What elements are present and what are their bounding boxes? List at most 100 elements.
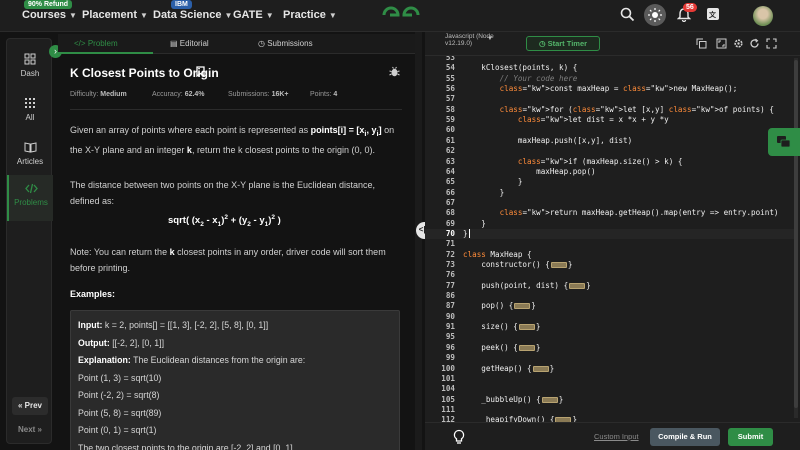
line-number: 65 xyxy=(445,177,455,187)
nav-placement[interactable]: Placement ▼ xyxy=(82,9,148,21)
tab-submissions[interactable]: ◷ Submissions xyxy=(258,39,313,48)
code-line[interactable]: 70} xyxy=(425,228,795,239)
code-text: class MaxHeap { xyxy=(463,249,532,259)
code-line[interactable]: 65 } xyxy=(425,177,795,187)
code-line[interactable]: 69 } xyxy=(425,219,795,229)
code-editor[interactable]: 53 54 kClosest(points, k) {55 // Your cod… xyxy=(425,56,800,422)
reset-icon[interactable] xyxy=(749,38,760,49)
code-line[interactable]: 90 xyxy=(425,312,795,322)
start-timer-button[interactable]: ◷ Start Timer xyxy=(526,36,600,51)
code-line[interactable]: 68 class="kw">return maxHeap.getHeap().m… xyxy=(425,208,795,218)
description-text: Given an array of points where each poin… xyxy=(70,125,311,135)
nav-gate[interactable]: GATE ▼ xyxy=(233,9,274,21)
search-icon[interactable] xyxy=(620,7,635,22)
bookmark-icon[interactable] xyxy=(196,66,205,77)
folded-code-icon[interactable] xyxy=(569,282,586,289)
sidebar-item-dash[interactable]: Dash xyxy=(7,53,53,78)
code-line[interactable]: 54 kClosest(points, k) { xyxy=(425,63,795,73)
panel-splitter[interactable] xyxy=(415,32,422,450)
code-line[interactable]: 71 xyxy=(425,239,795,249)
compile-run-button[interactable]: Compile & Run xyxy=(650,428,720,446)
code-line[interactable]: 100 getHeap() {} xyxy=(425,364,795,374)
nav-courses[interactable]: 90% Refund Courses ▼ xyxy=(22,0,77,21)
code-text: class="kw">let dist = x *x + y *y xyxy=(517,115,669,125)
nav-data-science[interactable]: IBM Data Science ▼ xyxy=(153,0,232,21)
code-text: constructor() {} xyxy=(463,260,573,269)
code-line[interactable]: 104 xyxy=(425,384,795,394)
tab-problem[interactable]: </> Problem xyxy=(74,39,118,48)
code-line[interactable]: 91 size() {} xyxy=(425,322,795,332)
code-line[interactable]: 61 maxHeap.push([x,y], dist) xyxy=(425,136,795,146)
code-line[interactable]: 66 } xyxy=(425,188,795,198)
code-line[interactable]: 101 xyxy=(425,374,795,384)
line-number: 69 xyxy=(445,218,455,228)
explanation-value: The Euclidean distances from the origin … xyxy=(130,355,306,365)
example-box: Input: k = 2, points[] = [[1, 3], [-2, 2… xyxy=(70,310,400,450)
code-line[interactable]: 56 class="kw">const maxHeap = class="kw"… xyxy=(425,84,795,94)
code-line[interactable]: 76 xyxy=(425,270,795,280)
code-line[interactable]: 111 xyxy=(425,405,795,415)
chat-widget[interactable] xyxy=(768,128,800,156)
line-number: 99 xyxy=(445,353,455,363)
code-text: _heapifyDown() {} xyxy=(463,415,578,422)
fullscreen-icon[interactable] xyxy=(716,38,727,49)
bug-icon[interactable] xyxy=(389,66,400,77)
line-number: 67 xyxy=(445,197,455,207)
code-line[interactable]: 112 _heapifyDown() {} xyxy=(425,415,795,422)
code-line[interactable]: 87 pop() {} xyxy=(425,301,795,311)
settings-icon[interactable] xyxy=(733,38,744,49)
sidebar-item-problems[interactable]: Problems xyxy=(7,175,53,221)
code-line[interactable]: 73 constructor() {} xyxy=(425,260,795,270)
line-number: 63 xyxy=(445,156,455,166)
points-notation-text: , y xyxy=(366,125,377,135)
copy-icon[interactable] xyxy=(696,38,707,49)
prev-button[interactable]: « Prev xyxy=(12,397,48,415)
code-line[interactable]: 57 xyxy=(425,94,795,104)
avatar[interactable] xyxy=(753,6,773,26)
code-line[interactable]: 58 class="kw">for (class="kw">let [x,y] … xyxy=(425,105,795,115)
code-line[interactable]: 86 xyxy=(425,291,795,301)
gfg-logo-icon[interactable] xyxy=(380,4,422,26)
folded-code-icon[interactable] xyxy=(514,303,531,310)
code-line[interactable]: 105 _bubbleUp() {} xyxy=(425,395,795,405)
code-line[interactable]: 62 xyxy=(425,146,795,156)
folded-code-icon[interactable] xyxy=(541,396,558,403)
theme-toggle[interactable] xyxy=(644,4,666,26)
distance-description: The distance between two points on the X… xyxy=(70,180,376,206)
line-number: 96 xyxy=(445,342,455,352)
code-line[interactable]: 77 push(point, dist) {} xyxy=(425,281,795,291)
code-line[interactable]: 99 xyxy=(425,353,795,363)
folded-code-icon[interactable] xyxy=(532,365,549,372)
expand-icon[interactable] xyxy=(766,38,777,49)
custom-input-link[interactable]: Custom Input xyxy=(594,432,639,441)
line-number: 105 xyxy=(441,394,455,404)
folded-code-icon[interactable] xyxy=(518,324,535,331)
translate-icon[interactable]: 文 xyxy=(706,7,720,21)
folded-code-icon[interactable] xyxy=(518,344,535,351)
code-line[interactable]: 53 xyxy=(425,56,795,63)
refund-badge: 90% Refund xyxy=(24,0,73,9)
code-line[interactable]: 72 class MaxHeap { xyxy=(425,250,795,260)
next-button[interactable]: Next » xyxy=(12,421,48,439)
code-line[interactable]: 59 class="kw">let dist = x *x + y *y xyxy=(425,115,795,125)
editor-scrollbar-thumb[interactable] xyxy=(794,60,798,408)
folded-code-icon[interactable] xyxy=(550,262,567,268)
code-line[interactable]: 60 xyxy=(425,125,795,135)
sidebar-item-label: Articles xyxy=(16,157,44,166)
timer-icon: ◷ xyxy=(538,39,546,48)
code-line[interactable]: 63 class="kw">if (maxHeap.size() > k) { xyxy=(425,157,795,167)
lightbulb-icon[interactable] xyxy=(452,429,466,445)
code-line[interactable]: 64 maxHeap.pop() xyxy=(425,167,795,177)
difficulty-label: Difficulty: xyxy=(70,91,99,98)
sidebar-item-articles[interactable]: Articles xyxy=(7,141,53,166)
code-line[interactable]: 67 xyxy=(425,198,795,208)
nav-practice[interactable]: Practice ▼ xyxy=(283,9,337,21)
submit-button[interactable]: Submit xyxy=(728,428,773,446)
code-line[interactable]: 96 peek() {} xyxy=(425,343,795,353)
notification-count-badge: 56 xyxy=(683,3,697,12)
sidebar-item-all[interactable]: All xyxy=(7,97,53,122)
formula-part: - x xyxy=(203,215,218,227)
tab-editorial[interactable]: ▤ Editorial xyxy=(170,39,209,48)
code-line[interactable]: 95 xyxy=(425,332,795,342)
code-line[interactable]: 55 // Your code here xyxy=(425,74,795,84)
